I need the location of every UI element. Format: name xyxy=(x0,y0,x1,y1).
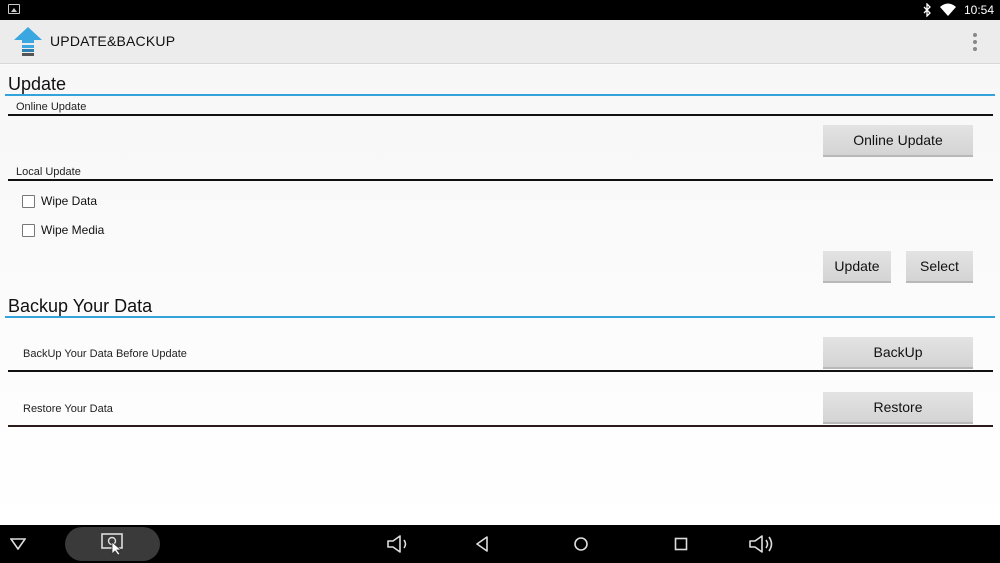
backup-row-label: BackUp Your Data Before Update xyxy=(23,348,187,360)
online-update-label: Online Update xyxy=(16,101,87,113)
navigation-bar xyxy=(0,525,1000,563)
wifi-icon xyxy=(939,3,956,16)
update-divider xyxy=(5,94,995,96)
wipe-data-checkbox[interactable] xyxy=(22,194,35,208)
status-time: 10:54 xyxy=(963,3,994,17)
home-icon[interactable] xyxy=(569,525,593,563)
image-notification-icon xyxy=(8,4,20,14)
restore-row-label: Restore Your Data xyxy=(23,403,113,415)
status-bar: 10:54 xyxy=(0,0,1000,20)
bluetooth-icon xyxy=(923,3,931,17)
restore-row-divider xyxy=(8,425,993,427)
wipe-media-checkbox[interactable] xyxy=(22,223,35,237)
wipe-media-option[interactable]: Wipe Media xyxy=(22,223,104,237)
volume-down-icon[interactable] xyxy=(384,525,414,563)
backup-row-divider xyxy=(8,370,993,372)
back-icon[interactable] xyxy=(470,525,494,563)
select-button[interactable]: Select xyxy=(906,251,973,283)
wipe-media-label: Wipe Media xyxy=(41,223,105,237)
backup-divider xyxy=(5,316,995,318)
backup-button[interactable]: BackUp xyxy=(823,337,973,369)
wipe-data-option[interactable]: Wipe Data xyxy=(22,194,97,208)
recents-icon[interactable] xyxy=(669,525,693,563)
local-update-divider xyxy=(8,179,993,181)
online-update-button[interactable]: Online Update xyxy=(823,125,973,157)
wipe-data-label: Wipe Data xyxy=(41,194,98,208)
action-bar: UPDATE&BACKUP xyxy=(0,20,1000,64)
update-button[interactable]: Update xyxy=(823,251,891,283)
online-update-divider xyxy=(8,114,993,116)
update-section-title: Update xyxy=(8,74,67,94)
screenshot-icon[interactable] xyxy=(98,525,128,563)
restore-button[interactable]: Restore xyxy=(823,392,973,424)
local-update-label: Local Update xyxy=(16,166,81,178)
volume-up-icon[interactable] xyxy=(746,525,780,563)
hide-nav-icon[interactable] xyxy=(6,525,30,563)
overflow-menu-icon[interactable] xyxy=(972,33,978,51)
upload-arrow-icon xyxy=(14,27,42,56)
content-area: Update Online Update Online Update Local… xyxy=(0,65,1000,525)
page-title: UPDATE&BACKUP xyxy=(50,33,176,49)
backup-section-title: Backup Your Data xyxy=(8,296,153,316)
